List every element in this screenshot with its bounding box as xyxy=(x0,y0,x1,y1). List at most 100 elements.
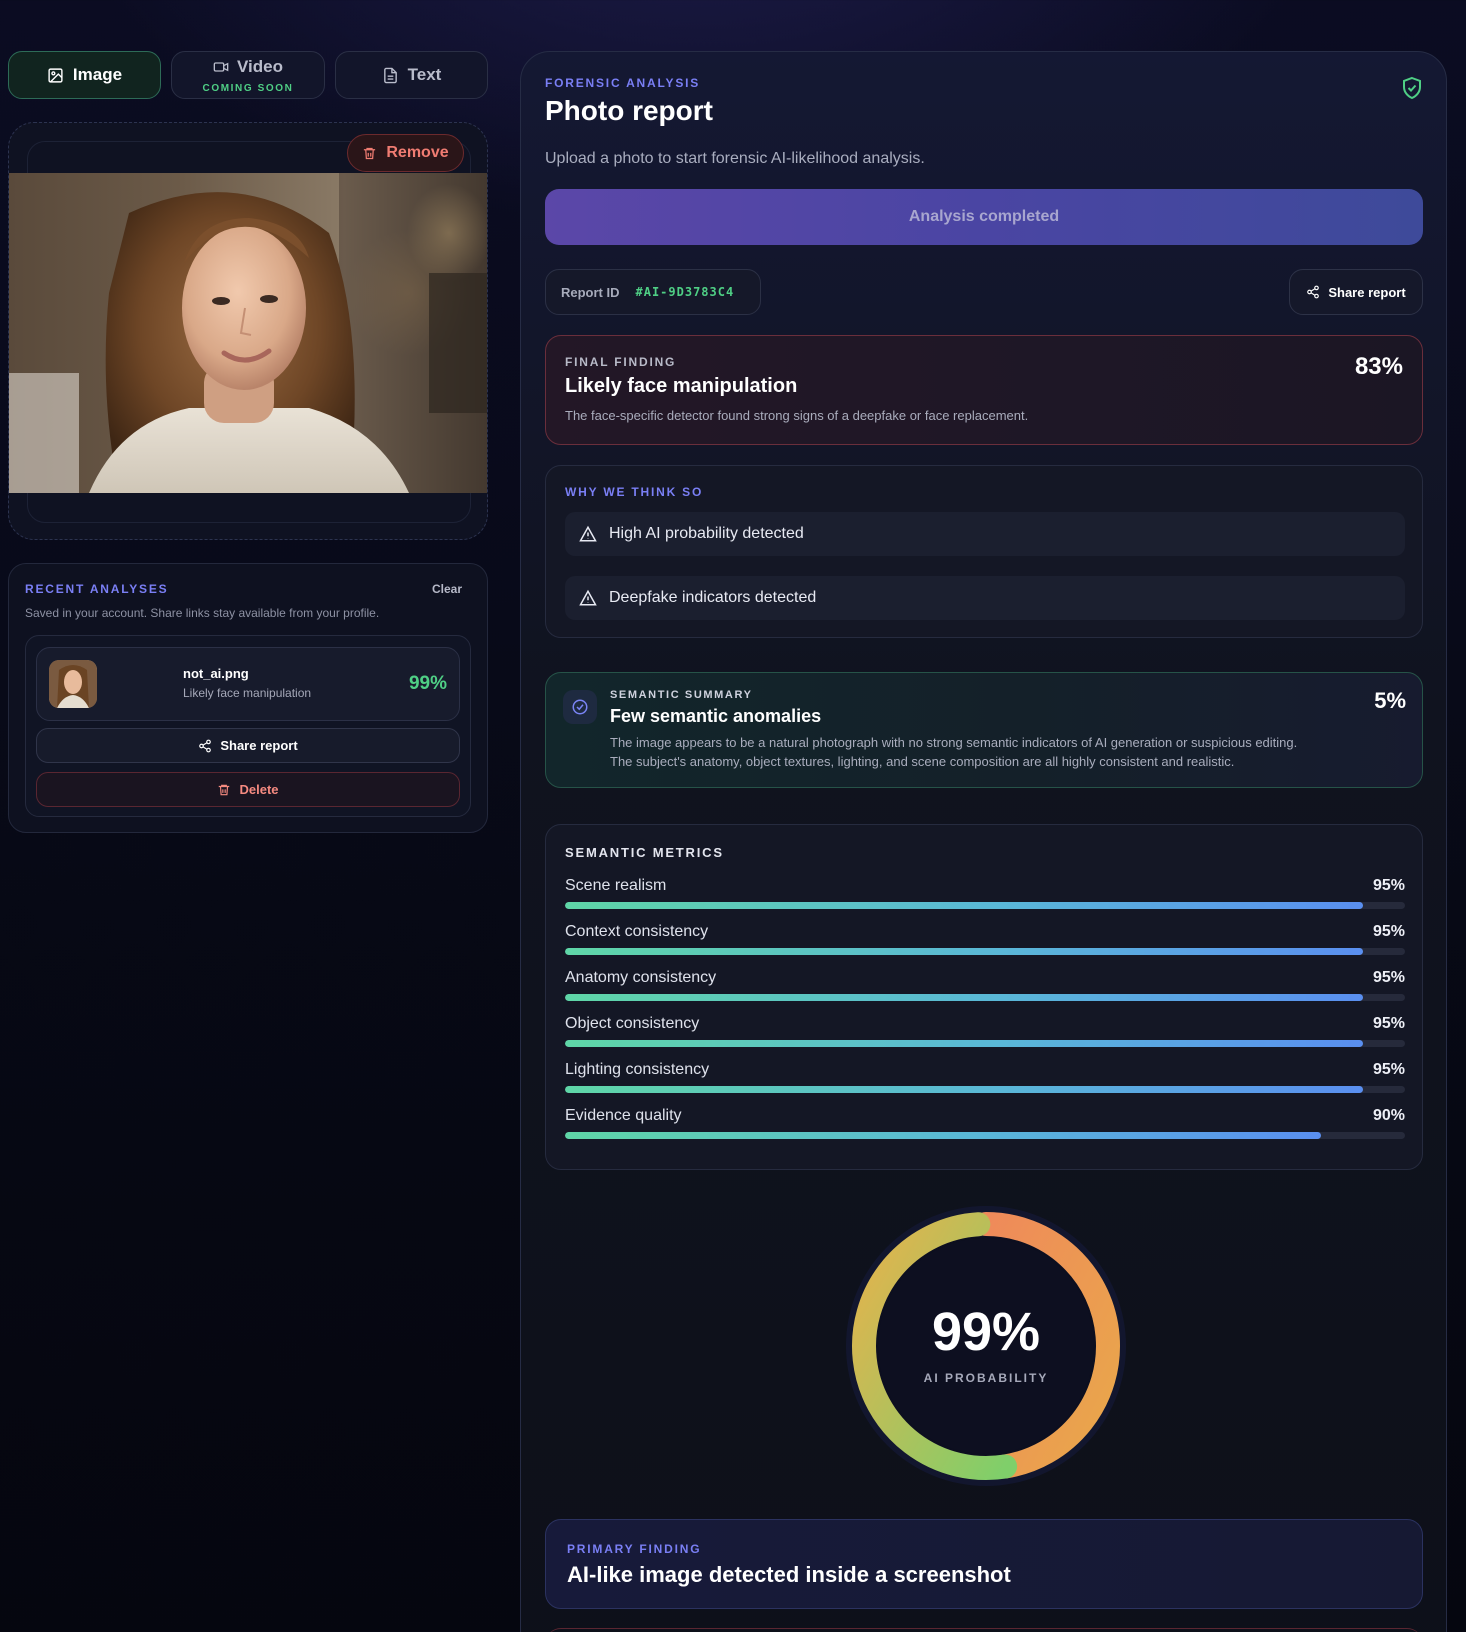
primary-finding-card: PRIMARY FINDING AI-like image detected i… xyxy=(545,1519,1423,1609)
recent-item-score: 99% xyxy=(408,673,447,694)
tab-text-label: Text xyxy=(407,65,442,84)
metric-bar-fill xyxy=(565,948,1363,955)
remove-label: Remove xyxy=(386,144,449,161)
shield-check-icon xyxy=(1400,76,1424,100)
metric-bar-fill xyxy=(565,1040,1363,1047)
next-card-edge xyxy=(545,1628,1423,1632)
metric-bar-track xyxy=(565,1086,1405,1093)
metric-name: Anatomy consistency xyxy=(565,969,717,986)
reason-text: High AI probability detected xyxy=(609,525,804,542)
report-eyebrow: FORENSIC ANALYSIS xyxy=(545,76,701,90)
metric-value: 90% xyxy=(1372,1107,1405,1124)
recent-share-label: Share report xyxy=(220,738,298,753)
tab-image-label: Image xyxy=(72,65,123,84)
metric-name: Context consistency xyxy=(565,923,709,940)
reason-text: Deepfake indicators detected xyxy=(609,589,817,606)
metric-bar-fill xyxy=(565,902,1363,909)
warning-icon xyxy=(579,589,597,606)
metric-bar-track xyxy=(565,994,1405,1001)
recent-item-filename: not_ai.png xyxy=(183,666,249,681)
final-finding-title: Likely face manipulation xyxy=(565,375,798,397)
ai-probability-gauge: 99% AI PROBABILITY xyxy=(843,1203,1129,1489)
analysis-status-label: Analysis completed xyxy=(908,208,1060,225)
metric-row: Scene realism 95% xyxy=(565,877,1405,917)
semantic-summary-score: 5% xyxy=(1374,688,1406,713)
recent-delete-button[interactable]: Delete xyxy=(36,772,460,807)
tab-text[interactable]: Text xyxy=(335,51,488,99)
reason-item: Deepfake indicators detected xyxy=(565,576,1405,620)
document-icon xyxy=(383,67,397,83)
metric-bar-fill xyxy=(565,1086,1363,1093)
semantic-summary-label: SEMANTIC SUMMARY xyxy=(610,689,753,701)
semantic-summary-card: SEMANTIC SUMMARY Few semantic anomalies … xyxy=(545,672,1423,788)
remove-button[interactable]: Remove xyxy=(347,134,464,172)
metric-name: Evidence quality xyxy=(565,1107,682,1124)
analysis-status-button[interactable]: Analysis completed xyxy=(545,189,1423,245)
metric-name: Scene realism xyxy=(565,877,667,894)
metric-name: Object consistency xyxy=(565,1015,700,1032)
share-icon xyxy=(1307,285,1320,299)
uploaded-photo xyxy=(9,173,487,493)
recent-item-finding: Likely face manipulation xyxy=(183,686,312,700)
semantic-metrics-label: SEMANTIC METRICS xyxy=(565,845,724,860)
recent-analyses-title: RECENT ANALYSES xyxy=(25,582,169,596)
metric-bar-track xyxy=(565,1040,1405,1047)
final-finding-score: 83% xyxy=(1354,353,1403,380)
final-finding-label: FINAL FINDING xyxy=(565,355,677,369)
trash-icon xyxy=(219,784,230,795)
upload-dropzone[interactable] xyxy=(8,122,488,540)
metric-row: Context consistency 95% xyxy=(565,923,1405,963)
video-icon xyxy=(213,61,229,72)
why-we-think-so-card: WHY WE THINK SO High AI probability dete… xyxy=(545,465,1423,638)
why-label: WHY WE THINK SO xyxy=(565,485,704,499)
metric-bar-track xyxy=(565,902,1405,909)
semantic-summary-line2: The subject's anatomy, object textures, … xyxy=(610,754,1235,769)
semantic-summary-title: Few semantic anomalies xyxy=(610,706,822,726)
recent-delete-label: Delete xyxy=(239,782,279,797)
share-report-button[interactable]: Share report xyxy=(1289,269,1423,315)
warning-icon xyxy=(579,525,597,542)
coming-soon-badge: COMING SOON xyxy=(202,82,294,94)
final-finding-description: The face-specific detector found strong … xyxy=(565,408,1029,423)
metric-row: Evidence quality 90% xyxy=(565,1107,1405,1147)
metric-bar-track xyxy=(565,948,1405,955)
metric-bar-track xyxy=(565,1132,1405,1139)
primary-finding-label: PRIMARY FINDING xyxy=(567,1542,702,1556)
report-id-label: Report ID xyxy=(561,284,620,300)
share-icon xyxy=(199,739,212,752)
reason-item: High AI probability detected xyxy=(565,512,1405,556)
recent-share-button[interactable]: Share report xyxy=(36,728,460,763)
metric-row: Anatomy consistency 95% xyxy=(565,969,1405,1009)
trash-icon xyxy=(364,147,376,159)
gauge-label: AI PROBABILITY xyxy=(923,1371,1049,1385)
report-subtitle: Upload a photo to start forensic AI-like… xyxy=(545,150,925,167)
page-title: Photo report xyxy=(545,95,713,126)
recent-analyses-subtitle: Saved in your account. Share links stay … xyxy=(25,606,380,620)
clear-button[interactable]: Clear xyxy=(432,582,462,596)
metric-value: 95% xyxy=(1372,1015,1405,1032)
image-icon xyxy=(48,67,63,83)
metric-value: 95% xyxy=(1372,923,1405,940)
share-report-label: Share report xyxy=(1328,284,1406,300)
tab-video-label: Video xyxy=(237,56,283,76)
metric-row: Lighting consistency 95% xyxy=(565,1061,1405,1101)
metric-bar-fill xyxy=(565,994,1363,1001)
recent-item[interactable]: not_ai.png Likely face manipulation 99% xyxy=(36,647,460,721)
primary-finding-title: AI-like image detected inside a screensh… xyxy=(567,1562,1011,1587)
metric-bar-fill xyxy=(565,1132,1321,1139)
semantic-metrics-card: SEMANTIC METRICS Scene realism 95% Context… xyxy=(545,824,1423,1170)
tab-video[interactable]: Video COMING SOON xyxy=(171,51,325,99)
gauge-value: 99% xyxy=(931,1302,1041,1362)
report-id-chip: Report ID #AI-9D3783C4 xyxy=(545,269,761,315)
metric-value: 95% xyxy=(1372,969,1405,986)
metric-row: Object consistency 95% xyxy=(565,1015,1405,1055)
tab-image[interactable]: Image xyxy=(8,51,161,99)
report-id-value: #AI-9D3783C4 xyxy=(635,285,735,299)
check-circle-icon xyxy=(563,690,597,724)
metric-value: 95% xyxy=(1372,1061,1405,1078)
semantic-summary-line1: The image appears to be a natural photog… xyxy=(610,735,1298,750)
final-finding-card: FINAL FINDING Likely face manipulation T… xyxy=(545,335,1423,445)
metric-value: 95% xyxy=(1372,877,1405,894)
metric-name: Lighting consistency xyxy=(565,1061,710,1078)
recent-item-thumbnail xyxy=(49,660,97,708)
